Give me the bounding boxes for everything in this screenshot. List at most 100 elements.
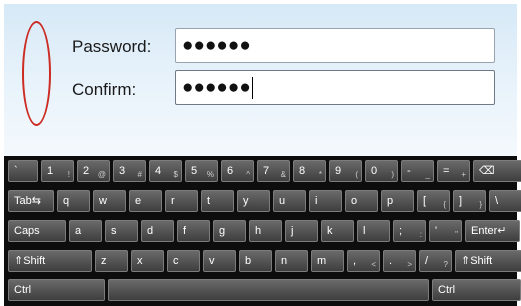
key-shift-label: {	[443, 200, 446, 209]
key-label: n	[281, 255, 288, 267]
key-label: ⌫	[479, 165, 495, 177]
key-label: -	[407, 165, 411, 177]
key-symbol[interactable]: `	[8, 160, 38, 182]
key-3[interactable]: 3 #	[113, 160, 146, 182]
key-label: k	[327, 225, 333, 237]
key-u[interactable]: u	[273, 190, 306, 212]
key-label: p	[387, 195, 394, 207]
key-symbol[interactable]: = +	[437, 160, 470, 182]
key-shift[interactable]: ⇑Shift	[8, 250, 92, 272]
key-w[interactable]: w	[93, 190, 126, 212]
key-p[interactable]: p	[381, 190, 414, 212]
key-d[interactable]: d	[141, 220, 174, 242]
key-symbol[interactable]: [{	[417, 190, 450, 212]
key-i[interactable]: i	[309, 190, 342, 212]
key-shift-label: ^	[246, 170, 250, 179]
key-q[interactable]: q	[57, 190, 90, 212]
key-r[interactable]: r	[165, 190, 198, 212]
key-shift-label: ?	[443, 260, 448, 269]
key-5[interactable]: 5%	[185, 160, 218, 182]
key-m[interactable]: m	[311, 250, 344, 272]
key-ctrl[interactable]: Ctrl	[8, 279, 105, 301]
key-k[interactable]: k	[321, 220, 354, 242]
key-label: o	[351, 195, 358, 207]
key-label: h	[255, 225, 262, 237]
key-1[interactable]: 1!	[41, 160, 74, 182]
key-label: \	[495, 195, 499, 207]
key-8[interactable]: 8 *	[293, 160, 326, 182]
key-label: Tab⇆	[14, 195, 41, 207]
key-o[interactable]: o	[345, 190, 378, 212]
key-7[interactable]: 7 &	[257, 160, 290, 182]
key-a[interactable]: a	[69, 220, 102, 242]
key-shift-label: _	[425, 170, 430, 179]
key-symbol[interactable]: ;:	[393, 220, 426, 242]
key-symbol[interactable]: ]}	[453, 190, 486, 212]
password-label: Password:	[72, 37, 152, 56]
key-x[interactable]: x	[131, 250, 164, 272]
key-label: m	[317, 255, 327, 267]
key-b[interactable]: b	[239, 250, 272, 272]
key-ctrl[interactable]: Ctrl	[432, 279, 521, 301]
key-label: /	[425, 255, 429, 267]
key-label: 8	[299, 165, 306, 177]
key-n[interactable]: n	[275, 250, 308, 272]
key-tab[interactable]: Tab⇆	[8, 190, 54, 212]
key-s[interactable]: s	[105, 220, 138, 242]
key-z[interactable]: z	[95, 250, 128, 272]
key-label: 4	[155, 165, 162, 177]
red-highlight-oval	[22, 21, 51, 126]
key-label: 3	[119, 165, 126, 177]
key-label: g	[219, 225, 226, 237]
key-g[interactable]: g	[213, 220, 246, 242]
key-symbol[interactable]: /?	[419, 250, 452, 272]
key-6[interactable]: 6 ^	[221, 160, 254, 182]
key-label: ]	[459, 195, 463, 207]
key-label: Ctrl	[14, 284, 32, 296]
key-backspace[interactable]: ⌫	[473, 160, 521, 182]
key-symbol[interactable]: - _	[401, 160, 434, 182]
password-field[interactable]: ●●●●●●	[175, 28, 495, 63]
key-label: ⇑Shift	[461, 255, 493, 267]
key-shift[interactable]: ⇑Shift	[455, 250, 521, 272]
key-2[interactable]: 2 @	[77, 160, 110, 182]
key-4[interactable]: 4 $	[149, 160, 182, 182]
key-shift-label: (	[355, 170, 358, 179]
key-e[interactable]: e	[129, 190, 162, 212]
confirm-field[interactable]: ●●●●●●	[175, 70, 495, 105]
key-y[interactable]: y	[237, 190, 270, 212]
password-form: Password: ●●●●●● Confirm: ●●●●●●	[4, 4, 517, 156]
key-label: c	[173, 255, 179, 267]
key-label: l	[363, 225, 366, 237]
key-shift-label: &	[280, 170, 286, 179]
key-label: v	[209, 255, 215, 267]
key-v[interactable]: v	[203, 250, 236, 272]
key-label: q	[63, 195, 70, 207]
key-9[interactable]: 9(	[329, 160, 362, 182]
key-symbol[interactable]: , <	[347, 250, 380, 272]
key-0[interactable]: 0)	[365, 160, 398, 182]
key-symbol[interactable]: . >	[383, 250, 416, 272]
key-label: x	[137, 255, 143, 267]
key-symbol[interactable]: \|	[489, 190, 521, 212]
key-enter[interactable]: Enter↵	[465, 220, 520, 242]
key-t[interactable]: t	[201, 190, 234, 212]
key-shift-label: )	[391, 170, 394, 179]
key-label: d	[147, 225, 154, 237]
key-label: 0	[371, 165, 378, 177]
key-label: w	[99, 195, 107, 207]
key-j[interactable]: j	[285, 220, 318, 242]
key-label: 7	[263, 165, 270, 177]
key-label: y	[243, 195, 249, 207]
key-label: 1	[47, 165, 54, 177]
key-f[interactable]: f	[177, 220, 210, 242]
key-c[interactable]: c	[167, 250, 200, 272]
key-h[interactable]: h	[249, 220, 282, 242]
key-spacebar[interactable]	[108, 279, 429, 301]
key-l[interactable]: l	[357, 220, 390, 242]
key-caps-lock[interactable]: Caps	[8, 220, 66, 242]
confirm-label: Confirm:	[72, 80, 137, 99]
key-shift-label: <	[371, 260, 376, 269]
key-label: =	[443, 165, 450, 177]
key-symbol[interactable]: ' "	[429, 220, 462, 242]
